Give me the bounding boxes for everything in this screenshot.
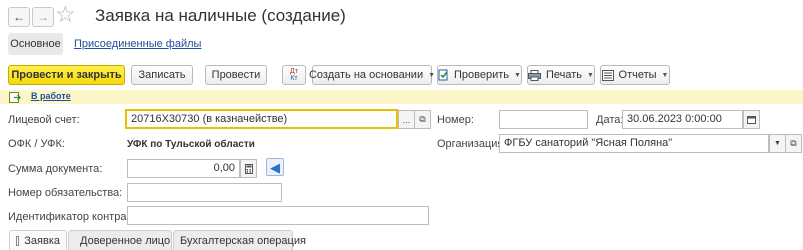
chevron-down-icon: ▼ [587,71,594,79]
number-field[interactable] [499,110,588,129]
status-link[interactable]: В работе [31,91,71,101]
sum-field[interactable]: 0,00 [127,159,240,178]
dt-kt-icon: Дт Кт [290,68,298,82]
account-select-button[interactable]: ... [398,110,415,129]
org-field[interactable]: ФГБУ санаторий "Ясная Поляна" [499,134,769,153]
arrow-left-icon: ◀ [270,159,280,175]
calendar-button[interactable] [743,110,760,129]
contract-field[interactable] [127,206,429,225]
status-strip [0,90,803,104]
calculator-button[interactable] [240,159,257,178]
org-open-button[interactable]: ⧉ [785,134,802,153]
page-title: Заявка на наличные (создание) [95,6,346,25]
account-field[interactable]: 20716Х30730 (в казначействе) [125,109,398,129]
status-icon [9,92,21,103]
post-button[interactable]: Провести [205,65,267,85]
date-field[interactable]: 30.06.2023 0:00:00 [622,110,743,129]
account-open-button[interactable]: ⧉ [414,110,431,129]
obligation-field[interactable] [127,183,282,202]
tab-attachments[interactable]: Присоединенные файлы [74,38,201,50]
reports-icon [601,69,614,81]
create-based-on-button[interactable]: Создать на основании ▼ [309,65,436,85]
dt-kt-button[interactable]: Дт Кт [282,65,306,85]
account-label: Лицевой счет: [8,114,80,126]
tab-accounting[interactable]: Бухгалтерская операция [173,230,306,250]
obligation-label: Номер обязательства: [8,187,123,199]
org-label: Организация: [437,138,507,150]
check-button[interactable]: Проверить ▼ [437,65,522,85]
checkbox-icon [16,235,20,246]
ofk-label: ОФК / УФК: [8,138,65,150]
print-button[interactable]: Печать ▼ [527,65,595,85]
printer-icon [528,69,541,81]
open-icon: ⧉ [419,114,426,124]
contract-label: Идентификатор контракта: [8,211,146,223]
ofk-value: УФК по Тульской области [127,139,255,150]
chevron-down-icon: ▼ [774,140,781,147]
post-and-close-button[interactable]: Провести и закрыть [8,65,125,85]
save-button[interactable]: Записать [131,65,193,85]
ellipsis-icon: ... [402,114,411,125]
tab-main-label: Основное [10,38,61,50]
arrow-left-icon: ← [13,10,25,24]
check-document-icon [438,69,448,81]
number-label: Номер: [437,114,474,126]
arrow-right-icon: → [37,10,49,24]
chevron-down-icon: ▼ [514,71,521,79]
forward-button[interactable]: → [32,7,54,27]
star-icon[interactable]: ☆ [55,3,76,26]
tab-request[interactable]: Заявка [9,230,67,250]
chevron-down-icon: ▼ [661,71,669,79]
tab-trusted[interactable]: Доверенное лицо [68,230,172,250]
reports-button[interactable]: Отчеты ▼ [600,65,670,85]
calendar-icon [747,116,756,124]
org-dropdown-button[interactable]: ▼ [769,134,786,153]
back-button[interactable]: ← [8,7,30,27]
fill-sum-button[interactable]: ◀ [266,158,284,176]
open-icon: ⧉ [790,138,797,148]
date-label: Дата: [596,114,624,126]
calculator-icon [244,163,253,174]
tab-main[interactable]: Основное [8,33,63,55]
chevron-down-icon: ▼ [428,71,436,79]
sum-label: Сумма документа: [8,163,103,175]
